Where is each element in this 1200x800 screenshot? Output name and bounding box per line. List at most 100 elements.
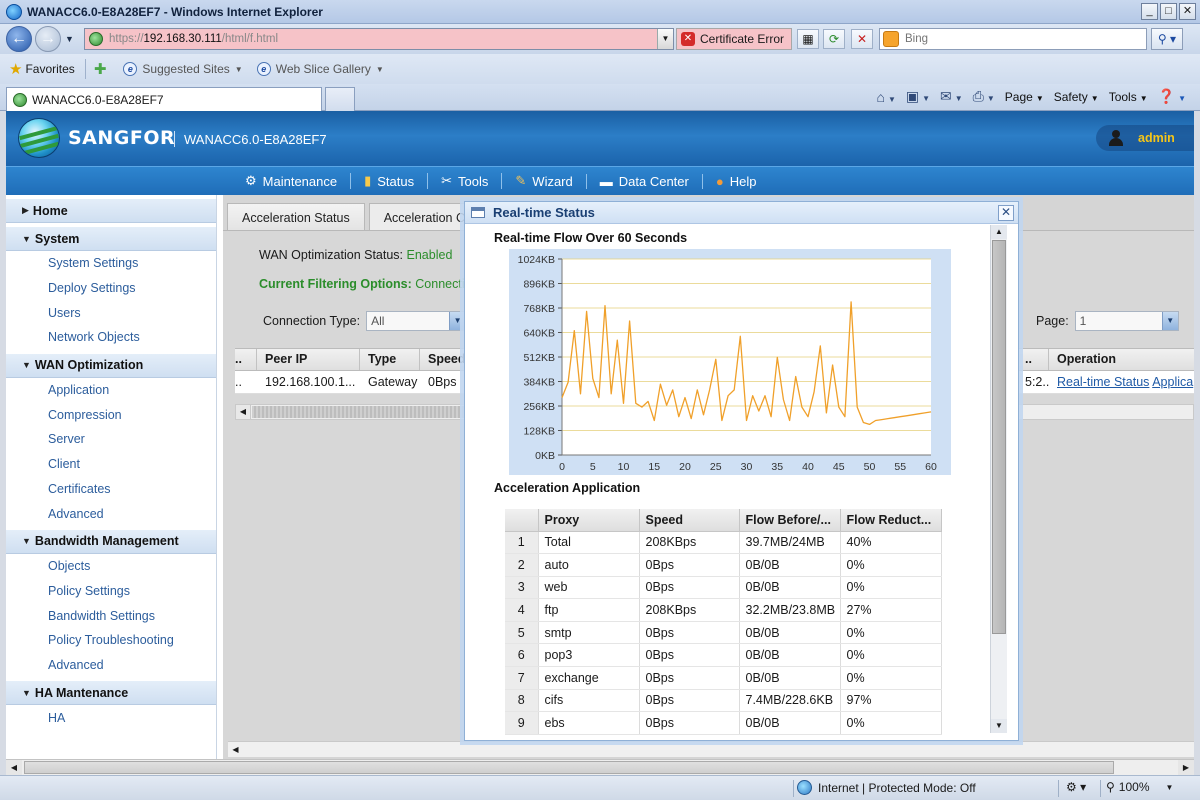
- help-icon[interactable]: ❓ ▼: [1158, 88, 1186, 105]
- close-icon[interactable]: ✕: [998, 205, 1014, 221]
- search-input[interactable]: [905, 33, 1105, 45]
- page-menu[interactable]: Page ▼: [1005, 90, 1044, 104]
- column-header-flow-before[interactable]: Flow Before/...: [739, 509, 841, 532]
- table-row[interactable]: 7 exchange 0Bps 0B/0B 0%: [505, 666, 942, 690]
- favorites-button[interactable]: Favorites: [25, 62, 74, 76]
- scrollbar-thumb[interactable]: [992, 240, 1006, 634]
- browser-tab[interactable]: WANACC6.0-E8A28EF7: [6, 87, 322, 111]
- tools-menu[interactable]: Tools ▼: [1109, 90, 1148, 104]
- security-zone[interactable]: Internet | Protected Mode: Off: [797, 780, 976, 795]
- safety-menu[interactable]: Safety ▼: [1054, 90, 1099, 104]
- mail-icon[interactable]: ✉ ▼: [940, 88, 963, 105]
- table-row[interactable]: 2 auto 0Bps 0B/0B 0%: [505, 553, 942, 577]
- history-dropdown-icon[interactable]: ▼: [65, 34, 74, 44]
- chevron-down-icon[interactable]: ▼: [449, 312, 466, 330]
- table-row[interactable]: 4 ftp 208KBps 32.2MB/23.8MB 27%: [505, 598, 942, 622]
- sidebar-group-wan-optimization[interactable]: ▼ WAN Optimization: [6, 352, 216, 378]
- back-button[interactable]: ←: [6, 26, 32, 52]
- scroll-left-icon[interactable]: ◀: [236, 405, 251, 419]
- sidebar-item-system-settings[interactable]: System Settings: [6, 251, 216, 276]
- connection-type-select[interactable]: All ▼: [366, 311, 467, 331]
- forward-button[interactable]: →: [35, 26, 61, 52]
- sidebar-item-advanced[interactable]: Advanced: [6, 501, 216, 526]
- scrollbar-thumb[interactable]: [252, 406, 467, 418]
- zoom-control[interactable]: ⚲ 100% ▼: [1106, 780, 1173, 794]
- column-header[interactable]: ..: [235, 349, 257, 370]
- nav-wizard[interactable]: ✎ Wizard: [501, 173, 585, 189]
- scroll-up-icon[interactable]: ▲: [991, 225, 1007, 239]
- application-link[interactable]: Applica: [1152, 375, 1193, 389]
- feeds-icon[interactable]: ▣ ▼: [906, 88, 930, 105]
- address-url[interactable]: https://192.168.30.111/html/f.html: [109, 33, 278, 45]
- table-row[interactable]: 1 Total 208KBps 39.7MB/24MB 40%: [505, 531, 942, 555]
- table-row[interactable]: 5 smtp 0Bps 0B/0B 0%: [505, 621, 942, 645]
- username[interactable]: admin: [1138, 131, 1175, 145]
- sidebar-item-server[interactable]: Server: [6, 427, 216, 452]
- maximize-button[interactable]: □: [1160, 3, 1177, 20]
- fav-suggested-sites[interactable]: e Suggested Sites ▼: [123, 62, 243, 76]
- sidebar-item-objects[interactable]: Objects: [6, 554, 216, 579]
- minimize-button[interactable]: _: [1141, 3, 1158, 20]
- chevron-down-icon[interactable]: ▼: [1161, 312, 1178, 330]
- sidebar-item-policy-troubleshooting[interactable]: Policy Troubleshooting: [6, 628, 216, 653]
- column-header-index[interactable]: [505, 509, 539, 532]
- tab-acceleration-status[interactable]: Acceleration Status: [227, 203, 365, 231]
- column-header-operation[interactable]: Operation: [1050, 349, 1194, 370]
- browser-horizontal-scrollbar[interactable]: ◀ ▶: [6, 759, 1194, 775]
- sidebar-item-bandwidth-settings[interactable]: Bandwidth Settings: [6, 603, 216, 628]
- scroll-down-icon[interactable]: ▼: [991, 719, 1007, 733]
- address-dropdown-icon[interactable]: ▼: [657, 29, 673, 49]
- user-menu[interactable]: admin: [1096, 125, 1194, 151]
- fav-web-slice-gallery[interactable]: e Web Slice Gallery ▼: [256, 62, 384, 76]
- sidebar-item-deploy-settings[interactable]: Deploy Settings: [6, 276, 216, 301]
- scroll-right-icon[interactable]: ▶: [1178, 760, 1194, 775]
- scrollbar-thumb[interactable]: [24, 761, 1114, 774]
- table-row[interactable]: 8 cifs 0Bps 7.4MB/228.6KB 97%: [505, 689, 942, 713]
- column-header-flow-reduction[interactable]: Flow Reduct...: [840, 509, 942, 532]
- refresh-button[interactable]: ⟳: [823, 29, 845, 49]
- sidebar-item-advanced-bandwidth[interactable]: Advanced: [6, 653, 216, 678]
- nav-help[interactable]: ● Help: [701, 173, 770, 189]
- sidebar-item-compression[interactable]: Compression: [6, 402, 216, 427]
- sidebar-item-users[interactable]: Users: [6, 300, 216, 325]
- nav-tools[interactable]: ✂ Tools: [427, 173, 501, 189]
- search-box[interactable]: [879, 28, 1147, 50]
- sidebar-item-network-objects[interactable]: Network Objects: [6, 325, 216, 350]
- stop-button[interactable]: ✕: [851, 29, 873, 49]
- column-header-type[interactable]: Type: [361, 349, 420, 370]
- column-header-speed[interactable]: Speed: [639, 509, 740, 532]
- add-favorite-icon[interactable]: ✚: [94, 60, 107, 78]
- column-header-peer-ip[interactable]: Peer IP: [258, 349, 360, 370]
- dialog-vertical-scrollbar[interactable]: ▲ ▼: [990, 225, 1007, 733]
- sidebar-item-application[interactable]: Application: [6, 378, 216, 403]
- table-row[interactable]: 3 web 0Bps 0B/0B 0%: [505, 576, 942, 600]
- sidebar-group-system[interactable]: ▼ System: [6, 226, 216, 251]
- table-row[interactable]: 9 ebs 0Bps 0B/0B 0%: [505, 711, 942, 735]
- nav-data-center[interactable]: ▬ Data Center: [585, 173, 702, 189]
- nav-maintenance[interactable]: ⚙ Maintenance: [232, 173, 350, 189]
- new-tab-button[interactable]: [325, 87, 355, 111]
- sidebar-item-client[interactable]: Client: [6, 452, 216, 477]
- table-row[interactable]: 6 pop3 0Bps 0B/0B 0%: [505, 643, 942, 668]
- scroll-left-icon[interactable]: ◀: [6, 760, 22, 775]
- page-select[interactable]: 1 ▼: [1074, 311, 1179, 331]
- column-header[interactable]: ..: [1023, 349, 1049, 370]
- compatibility-view-button[interactable]: ▦: [797, 29, 819, 49]
- sidebar-home[interactable]: ▶ Home: [6, 198, 216, 223]
- home-icon[interactable]: ⌂ ▼: [876, 89, 895, 105]
- certificate-error-button[interactable]: ✕ Certificate Error: [676, 28, 792, 50]
- protection-icon[interactable]: ⚙ ▾: [1066, 780, 1086, 794]
- print-icon[interactable]: ⎙ ▼: [973, 88, 995, 105]
- search-button[interactable]: ⚲ ▾: [1151, 28, 1183, 50]
- column-header-proxy[interactable]: Proxy: [538, 509, 640, 532]
- sidebar-group-ha-maintenance[interactable]: ▼ HA Mantenance: [6, 680, 216, 706]
- sidebar-item-certificates[interactable]: Certificates: [6, 477, 216, 502]
- page-horizontal-scrollbar[interactable]: ◀: [228, 741, 1194, 757]
- scroll-left-icon[interactable]: ◀: [228, 742, 243, 757]
- close-window-button[interactable]: ✕: [1179, 3, 1196, 20]
- sidebar-group-bandwidth-management[interactable]: ▼ Bandwidth Management: [6, 528, 216, 554]
- address-bar[interactable]: https://192.168.30.111/html/f.html ▼: [84, 28, 674, 50]
- sidebar-item-policy-settings[interactable]: Policy Settings: [6, 579, 216, 604]
- nav-status[interactable]: ▮ Status: [350, 173, 427, 189]
- sidebar-item-ha[interactable]: HA: [6, 705, 216, 730]
